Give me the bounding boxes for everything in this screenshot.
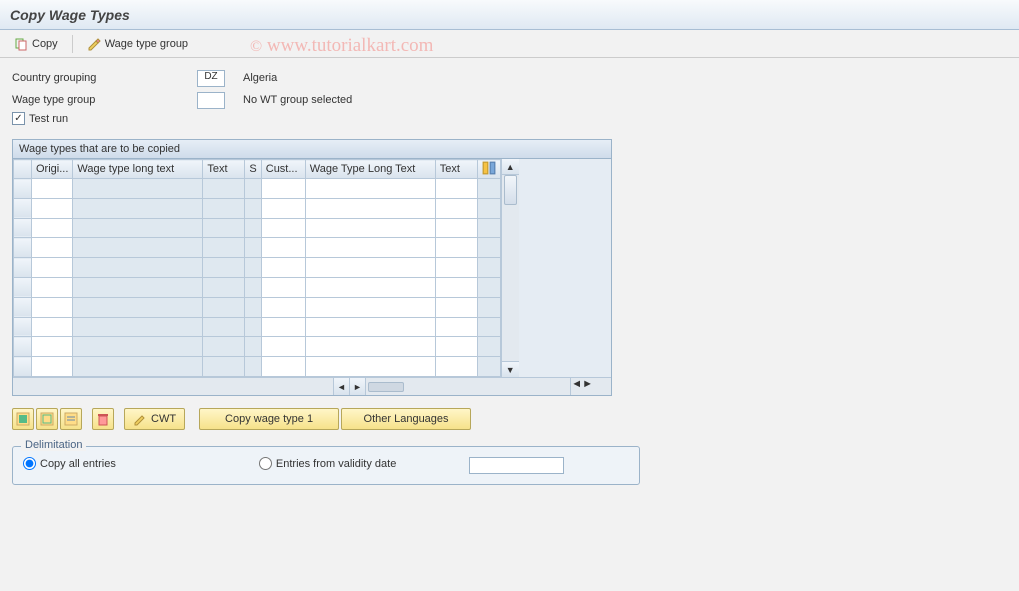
page-title: Copy Wage Types [0, 0, 1019, 30]
validity-date-input[interactable] [469, 457, 564, 474]
wage-type-group-field-label: Wage type group [12, 94, 197, 106]
cwt-pencil-icon [133, 412, 147, 426]
test-run-label: Test run [29, 113, 68, 125]
table-row[interactable] [14, 317, 501, 337]
table-grid: Origi... Wage type long text Text S Cust… [13, 159, 501, 377]
hscroll-left2-icon[interactable]: ◄ [570, 378, 582, 395]
wage-type-group-label: Wage type group [105, 38, 188, 50]
country-grouping-input[interactable]: DZ [197, 70, 225, 87]
table-row[interactable] [14, 179, 501, 199]
deselect-all-icon [40, 412, 54, 426]
scroll-up-icon[interactable]: ▲ [502, 159, 519, 175]
wage-type-group-text: No WT group selected [243, 94, 352, 106]
table-title: Wage types that are to be copied [13, 140, 611, 159]
cwt-button[interactable]: CWT [124, 408, 185, 430]
delimitation-title: Delimitation [21, 439, 86, 451]
test-run-row: ✓ Test run [12, 112, 1007, 125]
col-cust[interactable]: Cust... [261, 160, 305, 179]
scroll-down-icon[interactable]: ▼ [502, 361, 519, 377]
hscroll-left-icon[interactable]: ◄ [334, 378, 350, 395]
pencil-icon [87, 37, 101, 51]
copy-button-label: Copy [32, 38, 58, 50]
test-run-checkbox[interactable]: ✓ [12, 112, 25, 125]
col-text2[interactable]: Text [435, 160, 477, 179]
scroll-thumb[interactable] [504, 175, 517, 205]
content-area: Country grouping DZ Algeria Wage type gr… [0, 58, 1019, 495]
table-row[interactable] [14, 218, 501, 238]
col-text[interactable]: Text [203, 160, 245, 179]
col-settings[interactable] [477, 160, 500, 179]
table-row[interactable] [14, 198, 501, 218]
table-settings-icon [482, 161, 496, 175]
wage-type-group-input[interactable] [197, 92, 225, 109]
toolbar-separator [72, 35, 73, 53]
country-grouping-label: Country grouping [12, 72, 197, 84]
other-lang-label: Other Languages [364, 413, 449, 425]
other-languages-button[interactable]: Other Languages [341, 408, 471, 430]
entries-from-date-radio[interactable]: Entries from validity date [259, 457, 396, 470]
copy-wage-type-1-button[interactable]: Copy wage type 1 [199, 408, 339, 430]
table-row[interactable] [14, 238, 501, 258]
copy-button[interactable]: Copy [8, 35, 64, 53]
wage-type-group-row: Wage type group No WT group selected [12, 90, 1007, 110]
copy-icon [14, 37, 28, 51]
table-row[interactable] [14, 258, 501, 278]
col-origi[interactable]: Origi... [32, 160, 73, 179]
vertical-scrollbar[interactable]: ▲ ▼ [501, 159, 519, 377]
expand-button[interactable] [60, 408, 82, 430]
col-wt-long2[interactable]: Wage Type Long Text [305, 160, 435, 179]
from-date-label: Entries from validity date [276, 458, 396, 470]
col-wt-long[interactable]: Wage type long text [73, 160, 203, 179]
delimitation-group: Delimitation Copy all entries Entries fr… [12, 446, 640, 485]
deselect-all-button[interactable] [36, 408, 58, 430]
wage-type-group-button[interactable]: Wage type group [81, 35, 194, 53]
table-row[interactable] [14, 337, 501, 357]
delete-button[interactable] [92, 408, 114, 430]
horizontal-scroll-row: ◄ ► ◄ ► [13, 377, 611, 395]
cwt-label: CWT [151, 413, 176, 425]
table-row[interactable] [14, 277, 501, 297]
delete-icon [96, 412, 110, 426]
copy-wt1-label: Copy wage type 1 [225, 413, 313, 425]
col-rowheader[interactable] [14, 160, 32, 179]
hscroll-right2-icon[interactable]: ► [582, 378, 593, 395]
copy-all-entries-radio[interactable]: Copy all entries [23, 457, 116, 470]
hscroll-right-icon[interactable]: ► [350, 378, 366, 395]
hscroll-thumb[interactable] [368, 382, 404, 392]
wage-types-table: Wage types that are to be copied Origi..… [12, 139, 612, 396]
col-s[interactable]: S [245, 160, 261, 179]
table-row[interactable] [14, 357, 501, 377]
country-grouping-row: Country grouping DZ Algeria [12, 68, 1007, 88]
action-button-row: CWT Copy wage type 1 Other Languages [12, 408, 1007, 430]
expand-icon [64, 412, 78, 426]
country-name: Algeria [243, 72, 277, 84]
table-row[interactable] [14, 297, 501, 317]
app-toolbar: Copy Wage type group [0, 30, 1019, 58]
copy-all-label: Copy all entries [40, 458, 116, 470]
select-all-icon [16, 412, 30, 426]
select-all-button[interactable] [12, 408, 34, 430]
